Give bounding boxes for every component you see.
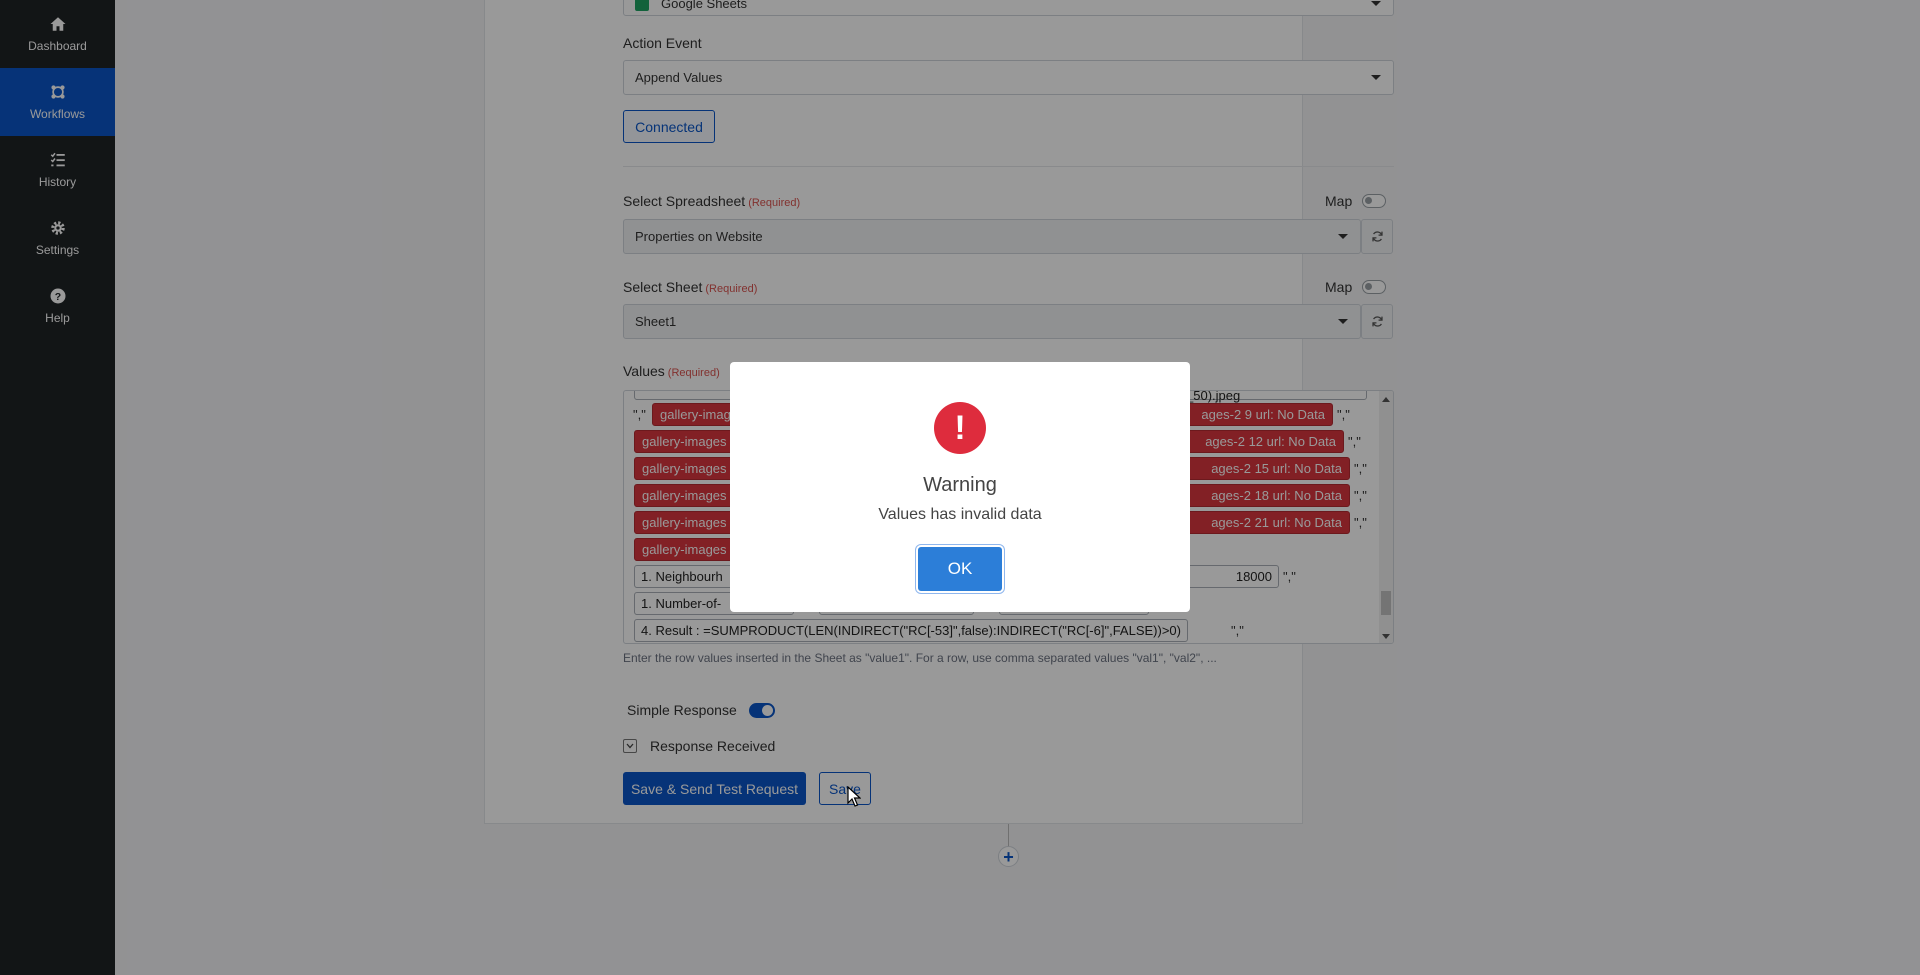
dialog-message: Values has invalid data — [878, 506, 1042, 523]
ok-button[interactable]: OK — [918, 547, 1002, 591]
mouse-cursor-icon — [847, 786, 861, 807]
warning-dialog: ! Warning Values has invalid data OK — [730, 362, 1190, 612]
dialog-title: Warning — [923, 474, 997, 496]
exclamation-icon: ! — [934, 402, 986, 454]
